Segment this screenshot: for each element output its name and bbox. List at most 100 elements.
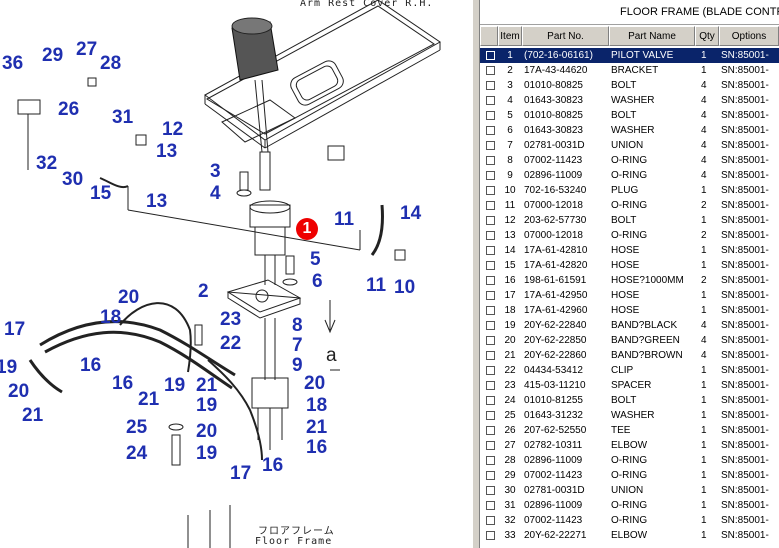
callout-24[interactable]: 24	[126, 444, 147, 463]
table-row[interactable]: 14 17A-61-42810 HOSE 1 SN:85001-	[480, 243, 779, 258]
table-row[interactable]: 33 20Y-62-22271 ELBOW 1 SN:85001-	[480, 528, 779, 543]
checkbox[interactable]	[485, 156, 495, 165]
table-row[interactable]: 30 02781-0031D UNION 1 SN:85001-	[480, 483, 779, 498]
callout-20-a[interactable]: 20	[118, 288, 139, 307]
checkbox[interactable]	[485, 456, 495, 465]
table-row[interactable]: 11 07000-12018 O-RING 2 SN:85001-	[480, 198, 779, 213]
callout-10[interactable]: 10	[394, 278, 415, 297]
checkbox[interactable]	[485, 186, 495, 195]
checkbox[interactable]	[485, 231, 495, 240]
table-row[interactable]: 29 07002-11423 O-RING 1 SN:85001-	[480, 468, 779, 483]
table-row[interactable]: 6 01643-30823 WASHER 4 SN:85001-	[480, 123, 779, 138]
callout-19-c[interactable]: 19	[196, 396, 217, 415]
checkbox[interactable]	[485, 321, 495, 330]
checkbox[interactable]	[485, 381, 495, 390]
row-checkbox[interactable]	[480, 393, 498, 408]
callout-30[interactable]: 30	[62, 170, 83, 189]
callout-14[interactable]: 14	[400, 204, 421, 223]
checkbox[interactable]	[485, 276, 495, 285]
table-row[interactable]: 3 01010-80825 BOLT 4 SN:85001-	[480, 78, 779, 93]
checkbox[interactable]	[485, 261, 495, 270]
callout-36[interactable]: 36	[2, 54, 23, 73]
table-row[interactable]: 4 01643-30823 WASHER 4 SN:85001-	[480, 93, 779, 108]
header-options[interactable]: Options	[719, 26, 779, 46]
callout-16-b[interactable]: 16	[112, 374, 133, 393]
row-checkbox[interactable]	[480, 498, 498, 513]
checkbox[interactable]	[485, 396, 495, 405]
table-row[interactable]: 9 02896-11009 O-RING 4 SN:85001-	[480, 168, 779, 183]
row-checkbox[interactable]	[480, 453, 498, 468]
callout-19-a[interactable]: 19	[0, 358, 17, 377]
row-checkbox[interactable]	[480, 183, 498, 198]
row-checkbox[interactable]	[480, 123, 498, 138]
callout-7[interactable]: 7	[292, 336, 303, 355]
table-row[interactable]: 22 04434-53412 CLIP 1 SN:85001-	[480, 363, 779, 378]
callout-11-lower[interactable]: 11	[366, 276, 386, 295]
checkbox[interactable]	[485, 141, 495, 150]
row-checkbox[interactable]	[480, 363, 498, 378]
callout-21-d[interactable]: 21	[306, 418, 327, 437]
checkbox[interactable]	[485, 411, 495, 420]
row-checkbox[interactable]	[480, 108, 498, 123]
callout-20-c[interactable]: 20	[304, 374, 325, 393]
callout-28[interactable]: 28	[100, 54, 121, 73]
table-row[interactable]: 17 17A-61-42950 HOSE 1 SN:85001-	[480, 288, 779, 303]
callout-21-b[interactable]: 21	[138, 390, 159, 409]
checkbox[interactable]	[485, 336, 495, 345]
callout-18-a[interactable]: 18	[100, 308, 121, 327]
callout-19-b[interactable]: 19	[164, 376, 185, 395]
header-item[interactable]: Item	[498, 26, 522, 46]
row-checkbox[interactable]	[480, 138, 498, 153]
checkbox[interactable]	[485, 171, 495, 180]
callout-21-c[interactable]: 21	[22, 406, 43, 425]
row-checkbox[interactable]	[480, 273, 498, 288]
row-checkbox[interactable]	[480, 513, 498, 528]
table-row[interactable]: 1 (702-16-06161) PILOT VALVE 1 SN:85001-	[480, 48, 779, 63]
row-checkbox[interactable]	[480, 78, 498, 93]
callout-17-b[interactable]: 17	[230, 464, 251, 483]
row-checkbox[interactable]	[480, 243, 498, 258]
table-row[interactable]: 26 207-62-52550 TEE 1 SN:85001-	[480, 423, 779, 438]
callout-25[interactable]: 25	[126, 418, 147, 437]
callout-26[interactable]: 26	[58, 100, 79, 119]
table-row[interactable]: 13 07000-12018 O-RING 2 SN:85001-	[480, 228, 779, 243]
table-row[interactable]: 28 02896-11009 O-RING 1 SN:85001-	[480, 453, 779, 468]
row-checkbox[interactable]	[480, 93, 498, 108]
callout-9[interactable]: 9	[292, 356, 303, 375]
header-part-no[interactable]: Part No.	[522, 26, 609, 46]
checkbox[interactable]	[485, 486, 495, 495]
table-row[interactable]: 16 198-61-61591 HOSE?1000MM 2 SN:85001-	[480, 273, 779, 288]
callout-16-c[interactable]: 16	[306, 438, 327, 457]
table-row[interactable]: 25 01643-31232 WASHER 1 SN:85001-	[480, 408, 779, 423]
table-row[interactable]: 23 415-03-11210 SPACER 1 SN:85001-	[480, 378, 779, 393]
callout-1[interactable]: 1	[296, 218, 318, 240]
checkbox[interactable]	[485, 246, 495, 255]
callout-11-upper[interactable]: 11	[334, 210, 354, 229]
callout-21-a[interactable]: 21	[196, 376, 217, 395]
callout-6[interactable]: 6	[312, 272, 323, 291]
row-checkbox[interactable]	[480, 438, 498, 453]
callout-2[interactable]: 2	[198, 282, 209, 301]
checkbox[interactable]	[485, 201, 495, 210]
panel-splitter[interactable]	[472, 0, 480, 548]
checkbox[interactable]	[485, 351, 495, 360]
callout-18-b[interactable]: 18	[306, 396, 327, 415]
row-checkbox[interactable]	[480, 228, 498, 243]
checkbox[interactable]	[485, 531, 495, 540]
row-checkbox[interactable]	[480, 483, 498, 498]
checkbox[interactable]	[485, 366, 495, 375]
header-checkbox-column[interactable]	[480, 26, 498, 46]
callout-16-d[interactable]: 16	[262, 456, 283, 475]
callout-15[interactable]: 15	[90, 184, 111, 203]
checkbox[interactable]	[485, 96, 495, 105]
row-checkbox[interactable]	[480, 288, 498, 303]
table-row[interactable]: 32 07002-11423 O-RING 1 SN:85001-	[480, 513, 779, 528]
table-row[interactable]: 10 702-16-53240 PLUG 1 SN:85001-	[480, 183, 779, 198]
row-checkbox[interactable]	[480, 63, 498, 78]
table-row[interactable]: 27 02782-10311 ELBOW 1 SN:85001-	[480, 438, 779, 453]
callout-5[interactable]: 5	[310, 250, 321, 269]
checkbox[interactable]	[485, 441, 495, 450]
row-checkbox[interactable]	[480, 153, 498, 168]
table-row[interactable]: 5 01010-80825 BOLT 4 SN:85001-	[480, 108, 779, 123]
table-row[interactable]: 20 20Y-62-22850 BAND?GREEN 4 SN:85001-	[480, 333, 779, 348]
